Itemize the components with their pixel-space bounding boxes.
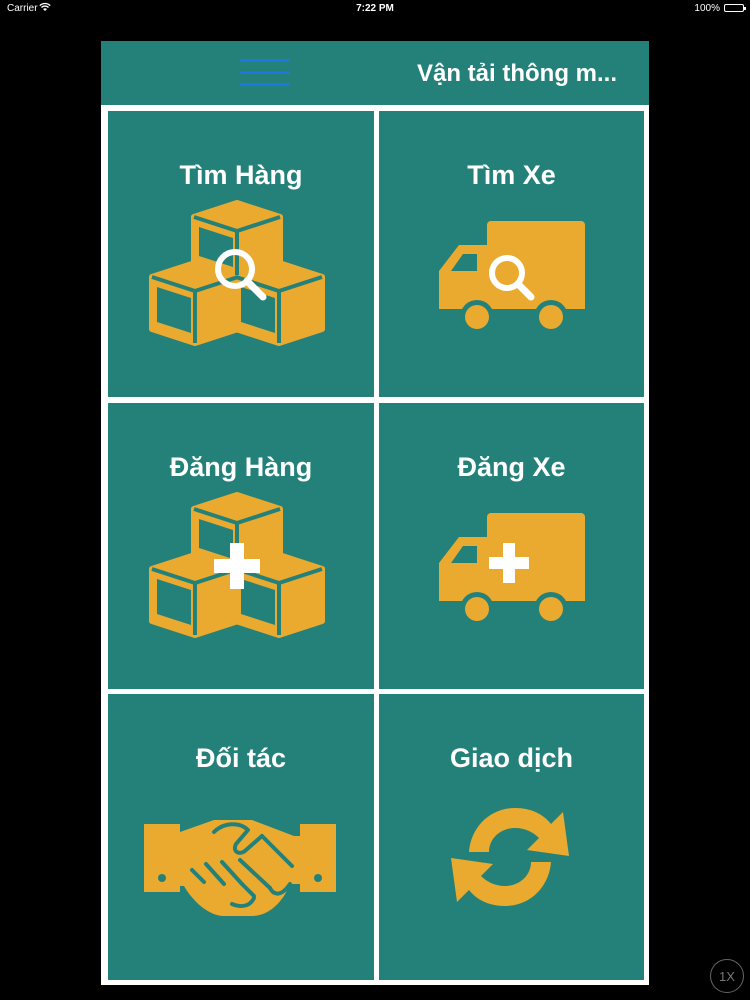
truck-add-icon	[439, 513, 585, 626]
tile-label: Tìm Xe	[467, 160, 556, 190]
status-time: 7:22 PM	[356, 3, 394, 14]
handshake-icon	[144, 820, 336, 916]
app-window: Vận tải thông m... Tìm Hàng Tìm Xe Đăng …	[101, 41, 649, 985]
tile-dang-xe[interactable]: Đăng Xe	[379, 403, 644, 689]
sync-arrows-icon	[451, 808, 569, 906]
tile-label: Tìm Hàng	[179, 160, 303, 190]
battery-icon	[724, 4, 746, 12]
tile-doi-tac[interactable]: Đối tác	[108, 694, 374, 980]
boxes-search-icon	[149, 200, 325, 346]
battery-percentage: 100%	[694, 3, 720, 14]
tile-label: Đối tác	[195, 743, 287, 773]
page-title: Vận tải thông m...	[417, 60, 618, 87]
tile-tim-xe[interactable]: Tìm Xe	[379, 111, 644, 397]
tile-giao-dich[interactable]: Giao dịch	[379, 694, 644, 980]
simulator-scale-badge: 1X	[710, 959, 744, 993]
tile-label: Đăng Hàng	[169, 452, 313, 482]
truck-search-icon	[439, 221, 585, 334]
tile-label: Đăng Xe	[457, 452, 566, 482]
tile-dang-hang[interactable]: Đăng Hàng	[108, 403, 374, 689]
hamburger-menu-icon[interactable]	[240, 59, 290, 89]
status-bar: Carrier 7:22 PM 100%	[0, 0, 750, 18]
navigation-bar: Vận tải thông m...	[101, 41, 649, 105]
boxes-add-icon	[149, 492, 325, 638]
tile-tim-hang[interactable]: Tìm Hàng	[108, 111, 374, 397]
tile-label: Giao dịch	[449, 743, 574, 773]
